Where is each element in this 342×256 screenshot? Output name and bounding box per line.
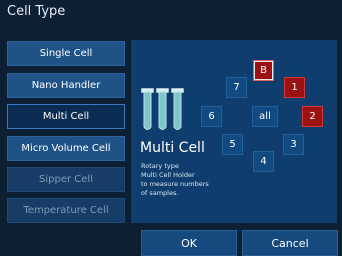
position-3-button[interactable]: 3 [283, 134, 304, 155]
cell-type-micro-volume-cell-button[interactable]: Micro Volume Cell [7, 136, 125, 161]
position-2-button[interactable]: 2 [302, 106, 323, 127]
cancel-button[interactable]: Cancel [242, 230, 338, 256]
cell-detail-panel: Multi Cell Rotary type Multi Cell Holder… [131, 40, 337, 223]
selected-cell-name: Multi Cell [140, 140, 205, 156]
ok-button[interactable]: OK [141, 230, 237, 256]
test-tubes-icon [140, 88, 186, 138]
position-5-button[interactable]: 5 [222, 134, 243, 155]
selected-cell-description: Rotary type Multi Cell Holder to measure… [141, 162, 209, 197]
position-6-button[interactable]: 6 [201, 106, 222, 127]
cell-type-multi-cell-button[interactable]: Multi Cell [7, 104, 125, 129]
dialog-title: Cell Type [7, 4, 66, 19]
position-1-button[interactable]: 1 [284, 77, 305, 98]
position-all-button[interactable]: all [252, 106, 278, 127]
cell-type-single-cell-button[interactable]: Single Cell [7, 41, 125, 66]
position-7-button[interactable]: 7 [226, 77, 247, 98]
position-4-button[interactable]: 4 [253, 151, 274, 172]
cell-type-temperature-cell-button: Temperature Cell [7, 198, 125, 223]
cell-type-nano-handler-button[interactable]: Nano Handler [7, 73, 125, 98]
position-b-button[interactable]: B [253, 60, 274, 81]
cell-type-sipper-cell-button: Sipper Cell [7, 167, 125, 192]
